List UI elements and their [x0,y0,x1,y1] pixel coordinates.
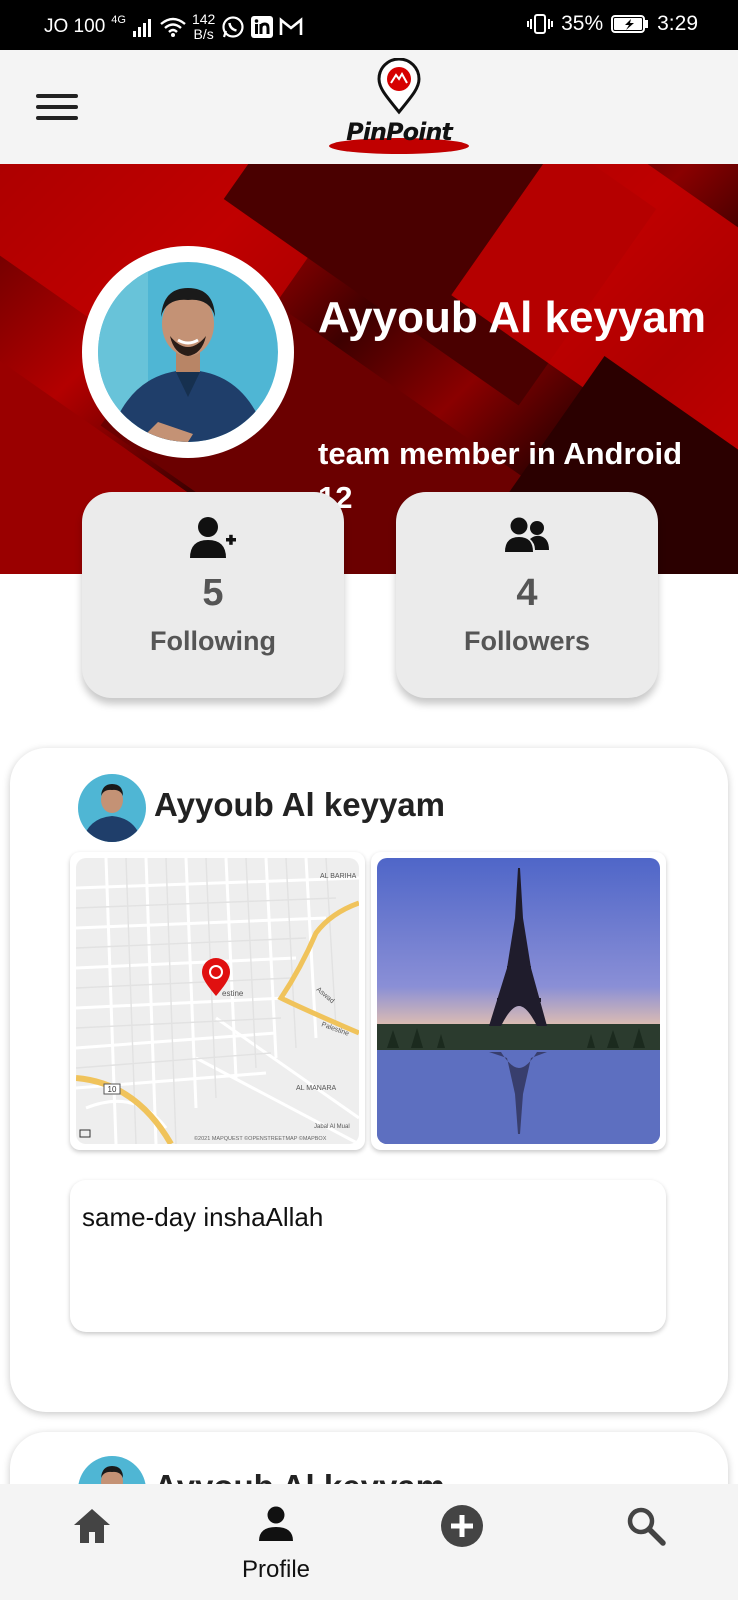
post-author-avatar[interactable] [78,774,146,842]
post-text: same-day inshaAllah [70,1180,666,1332]
speed-value: 142 [191,11,216,27]
post-map[interactable]: 10 AL BARIHA estine Aswad Palestine AL M… [70,852,365,1150]
gmail-icon [280,17,303,35]
clock: 3:29 [657,12,698,35]
vibrate-icon [527,14,554,34]
followers-card[interactable]: 4 Followers [396,492,658,698]
nav-search[interactable] [586,1484,706,1600]
following-card[interactable]: 5 Following [82,492,344,698]
map-label-district: Jabal Al Mual [314,1124,350,1130]
nav-add-post[interactable] [402,1484,522,1600]
wifi-icon [160,17,186,37]
map-label-street: estine [222,989,244,998]
nav-profile-label: Profile [241,1556,311,1583]
following-label: Following [150,626,276,656]
linkedin-icon [251,16,274,38]
status-left: JO 100 4G 142 B/s [44,12,303,42]
map-label-bariha: AL BARIHA [320,873,357,880]
whatsapp-icon [222,16,244,38]
avatar-photo [98,262,278,442]
home-icon [74,1509,110,1543]
battery-icon [611,15,649,33]
add-circle-icon [441,1505,483,1547]
app-header: PinPoint [0,50,738,164]
following-count: 5 [202,572,224,614]
bottom-navigation: Profile [0,1484,738,1600]
battery-percent: 35% [561,12,604,35]
nav-profile[interactable]: Profile [216,1484,336,1600]
profile-avatar[interactable] [82,246,294,458]
carrier-label: JO 100 [44,16,106,37]
add-user-icon [82,516,344,560]
post-author-name[interactable]: Ayyoub Al keyyam [154,786,445,824]
map-view: 10 AL BARIHA estine Aswad Palestine AL M… [76,858,359,1144]
hamburger-menu-icon[interactable] [36,94,78,124]
followers-count: 4 [516,572,538,614]
eiffel-tower-photo [377,858,660,1144]
profile-icon [259,1506,293,1541]
search-icon [627,1507,666,1546]
post-photo[interactable] [371,852,666,1150]
signal-icon [132,19,151,37]
network-speed: 142 B/s [192,12,215,42]
nav-home[interactable] [32,1484,152,1600]
pinpoint-logo: PinPoint [326,57,472,158]
followers-label: Followers [463,626,591,656]
map-route-label: 10 [108,1085,117,1094]
logo-text: PinPoint [346,118,453,146]
map-credit: ©2021 MAPQUEST ©OPENSTREETMAP ©MAPBOX [194,1135,327,1142]
network-label: 4G [111,14,126,26]
speed-unit: B/s [193,26,214,42]
profile-name: Ayyoub Al keyyam [318,293,707,342]
post-card: Ayyoub Al keyyam [10,748,728,1412]
status-right: 35% 3:29 [527,12,698,36]
status-bar: JO 100 4G 142 B/s 35% 3:29 [0,0,738,50]
map-label-manara: AL MANARA [296,1085,337,1092]
users-icon [396,516,658,560]
post-media: 10 AL BARIHA estine Aswad Palestine AL M… [70,852,666,1150]
